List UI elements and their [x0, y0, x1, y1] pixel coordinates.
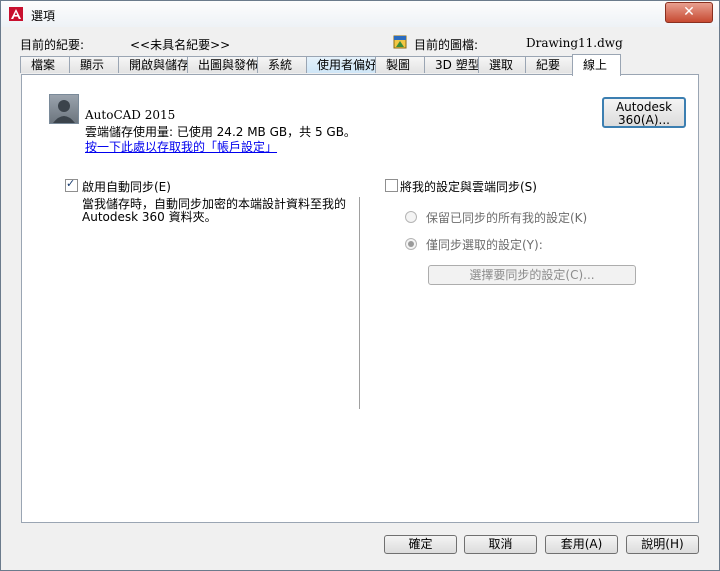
sync-all-label: 保留已同步的所有我的設定(K) — [426, 211, 588, 225]
window-title: 選項 — [31, 9, 56, 23]
sync-selected-label: 僅同步選取的設定(Y): — [426, 238, 543, 252]
tab-system[interactable]: 系統 — [257, 56, 307, 73]
online-tab-panel: AutoCAD 2015 雲端儲存使用量: 已使用 24.2 MB GB，共 5… — [21, 74, 699, 523]
account-settings-link[interactable]: 按一下此處以存取我的「帳戶設定」 — [85, 138, 277, 155]
tab-files[interactable]: 檔案 — [20, 56, 70, 73]
profile-label: 目前的紀要: — [20, 38, 85, 52]
auto-sync-description-2: Autodesk 360 資料夾。 — [82, 210, 217, 224]
close-button[interactable]: ✕ — [665, 2, 713, 23]
auto-sync-checkbox[interactable] — [65, 177, 78, 192]
avatar — [49, 94, 79, 124]
drawing-value: Drawing11.dwg — [526, 36, 623, 50]
auto-sync-label: 啟用自動同步(E) — [82, 180, 171, 194]
tab-drafting[interactable]: 製圖 — [375, 56, 425, 73]
apply-button[interactable]: 套用(A) — [545, 535, 618, 554]
tab-profiles[interactable]: 紀要 — [525, 56, 573, 73]
ok-button[interactable]: 確定 — [384, 535, 457, 554]
user-silhouette-icon — [53, 100, 75, 123]
autodesk-360-button[interactable]: Autodesk 360(A)... — [602, 97, 686, 128]
tab-3d-modeling[interactable]: 3D 塑型 — [424, 56, 480, 73]
sync-settings-checkbox[interactable] — [385, 179, 398, 192]
sync-selected-radio[interactable] — [405, 238, 417, 250]
cancel-button[interactable]: 取消 — [464, 535, 537, 554]
sync-all-radio[interactable] — [405, 211, 417, 223]
product-name: AutoCAD 2015 — [85, 108, 176, 122]
autocad-logo-icon — [9, 7, 23, 21]
tab-selection[interactable]: 選取 — [478, 56, 526, 73]
tab-user-preferences[interactable]: 使用者偏好 — [306, 56, 377, 73]
profile-value: <<未具名紀要>> — [130, 38, 231, 52]
a360-button-line2: 360(A)... — [618, 113, 670, 127]
drawing-label: 目前的圖檔: — [414, 38, 479, 52]
choose-settings-button[interactable]: 選擇要同步的設定(C)... — [428, 265, 636, 285]
tab-plot-publish[interactable]: 出圖與發佈 — [187, 56, 258, 73]
sync-settings-label: 將我的設定與雲端同步(S) — [400, 180, 537, 194]
column-divider — [359, 197, 360, 409]
options-dialog: 選項 ✕ 目前的紀要: <<未具名紀要>> 目前的圖檔: Drawing11.d… — [0, 0, 720, 571]
drawing-file-icon — [393, 35, 407, 49]
help-button[interactable]: 說明(H) — [626, 535, 699, 554]
tab-open-save[interactable]: 開啟與儲存 — [118, 56, 189, 73]
tab-online[interactable]: 線上 — [572, 54, 621, 76]
tab-display[interactable]: 顯示 — [69, 56, 119, 73]
title-bar: 選項 ✕ — [1, 1, 719, 27]
